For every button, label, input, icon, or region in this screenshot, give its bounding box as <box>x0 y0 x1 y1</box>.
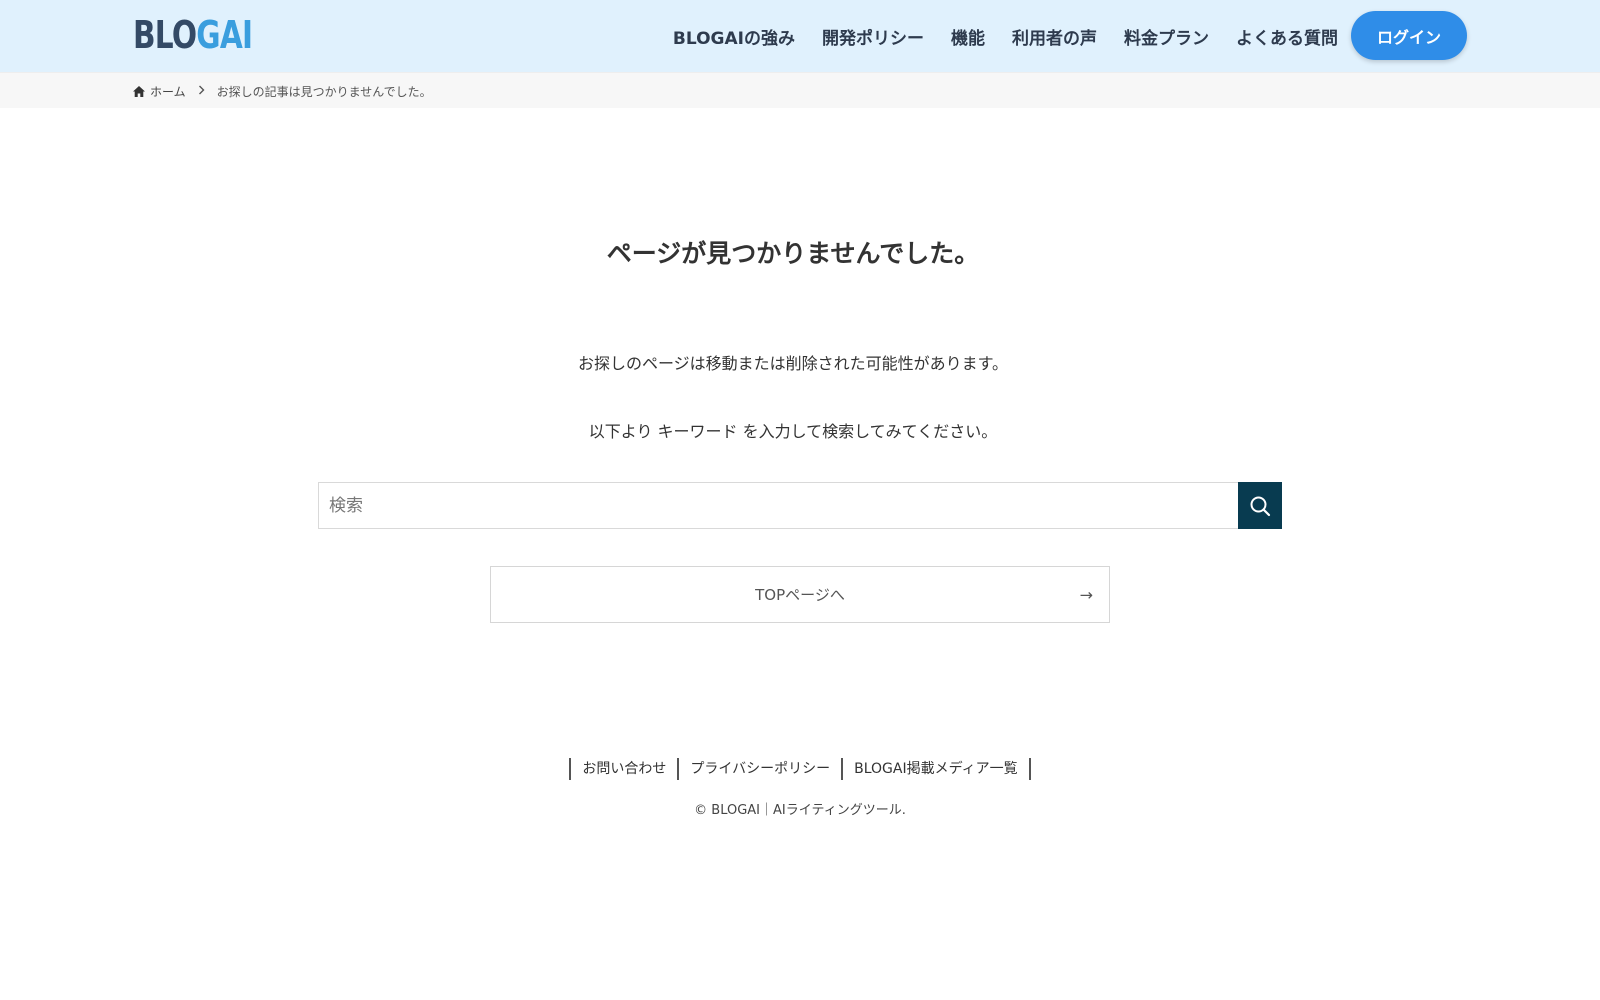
copyright: © BLOGAI｜AIライティングツール. <box>694 803 906 818</box>
home-icon <box>133 85 145 97</box>
not-found-message: お探しのページは移動または削除された可能性があります。 <box>577 354 1009 373</box>
nav-item-strengths[interactable]: BLOGAIの強み <box>673 24 795 49</box>
footer-links: お問い合わせ プライバシーポリシー BLOGAI掲載メディア一覧 <box>0 758 1600 780</box>
breadcrumb-current: お探しの記事は見つかりませんでした。 <box>216 84 432 99</box>
footer-link-contact[interactable]: お問い合わせ <box>569 758 677 780</box>
nav-item-faq[interactable]: よくある質問 <box>1236 24 1338 49</box>
top-page-button-label: TOPページへ <box>755 586 845 604</box>
search-icon <box>1250 496 1271 516</box>
search-hint-message: 以下より キーワード を入力して検索してみてください。 <box>588 422 998 441</box>
breadcrumb-home-label: ホーム <box>150 84 186 99</box>
breadcrumb-bar: ホーム お探しの記事は見つかりませんでした。 <box>0 72 1600 108</box>
logo-text-part2: GAI <box>196 13 253 57</box>
search-form <box>318 482 1282 529</box>
breadcrumb: ホーム お探しの記事は見つかりませんでした。 <box>133 73 432 109</box>
footer-link-media[interactable]: BLOGAI掲載メディア一覧 <box>841 758 1031 780</box>
chevron-right-icon <box>198 84 205 98</box>
site-logo[interactable]: BLOGAI <box>133 12 253 58</box>
site-header: BLOGAI BLOGAIの強み 開発ポリシー 機能 利用者の声 料金プラン よ… <box>0 0 1600 72</box>
footer-link-privacy[interactable]: プライバシーポリシー <box>677 758 841 780</box>
login-button[interactable]: ログイン <box>1351 11 1467 60</box>
search-button[interactable] <box>1238 482 1282 529</box>
top-page-button[interactable]: TOPページへ → <box>490 566 1110 623</box>
nav-item-testimonials[interactable]: 利用者の声 <box>1012 24 1097 49</box>
main-nav: BLOGAIの強み 開発ポリシー 機能 利用者の声 料金プラン よくある質問 <box>673 0 1338 72</box>
logo-text-part1: BLO <box>133 13 197 57</box>
search-input[interactable] <box>318 482 1238 529</box>
breadcrumb-home[interactable]: ホーム <box>133 83 186 100</box>
arrow-right-icon: → <box>1079 585 1093 604</box>
nav-item-features[interactable]: 機能 <box>951 24 985 49</box>
nav-item-pricing[interactable]: 料金プラン <box>1124 24 1209 49</box>
nav-item-policy[interactable]: 開発ポリシー <box>822 24 924 49</box>
page-title: ページが見つかりませんでした。 <box>606 239 980 268</box>
